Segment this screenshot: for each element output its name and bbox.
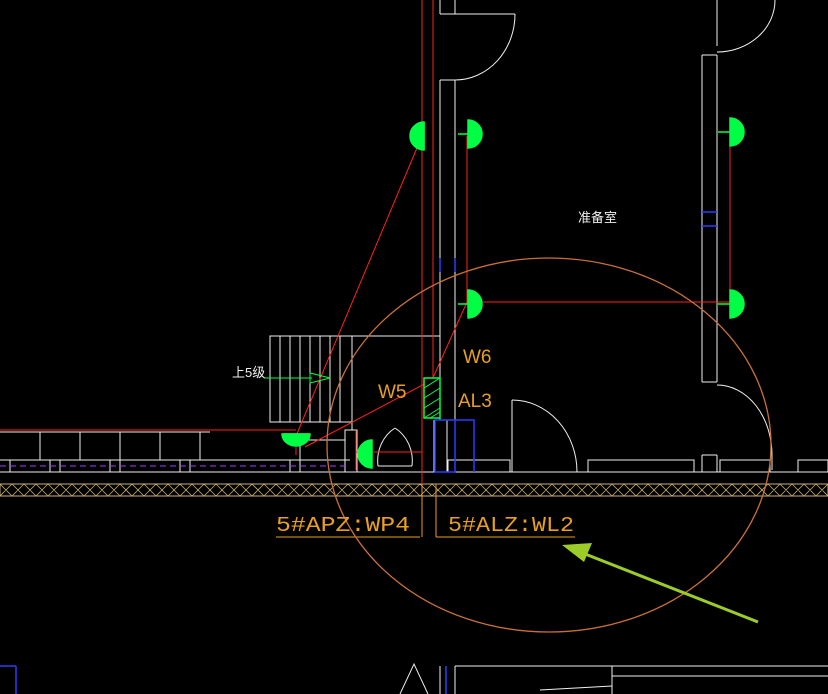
distribution-panel-al3 bbox=[423, 377, 441, 419]
panel-label-al3: AL3 bbox=[458, 391, 492, 412]
feeder-label-right: 5#ALZ:WL2 bbox=[448, 515, 574, 538]
circuit-label-w6: W6 bbox=[463, 347, 492, 368]
circuit-label-w5: W5 bbox=[378, 382, 407, 403]
room-label: 准备室 bbox=[578, 210, 617, 225]
stairs-label: 上5级 bbox=[232, 365, 265, 380]
feeder-label-left: 5#APZ:WP4 bbox=[276, 515, 410, 538]
cad-drawing: 准备室 上5级 W5 W6 AL3 5#APZ:WP4 5#ALZ:WL2 bbox=[0, 0, 828, 694]
